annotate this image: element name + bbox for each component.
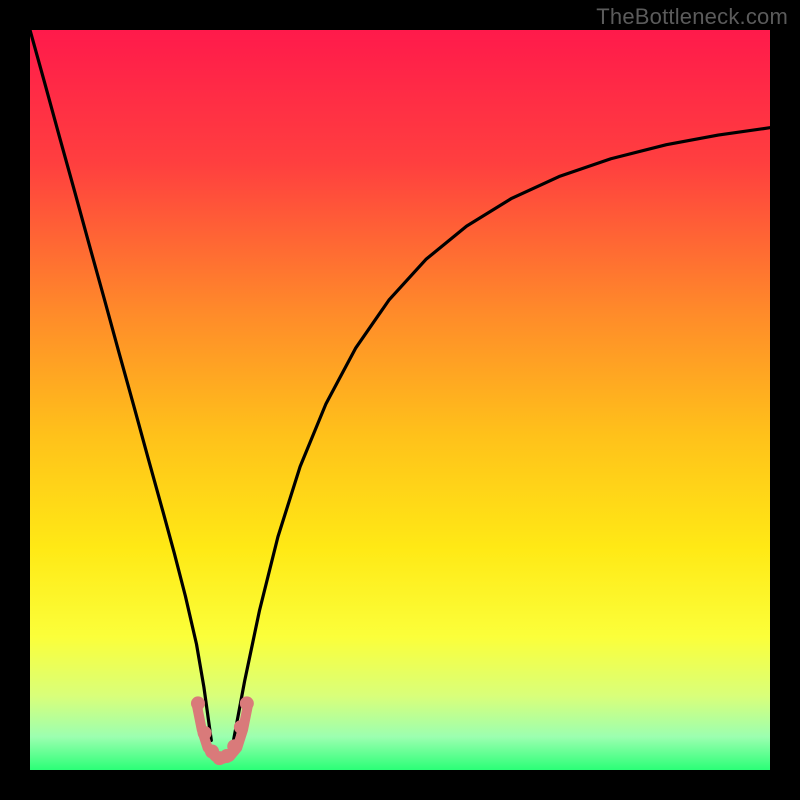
valley-marker: [240, 696, 254, 710]
plot-area: [30, 30, 770, 770]
series-right-arm: [234, 128, 771, 741]
watermark-text: TheBottleneck.com: [596, 4, 788, 30]
series-left-arm: [30, 30, 211, 740]
valley-marker: [191, 696, 205, 710]
chart-frame: TheBottleneck.com: [0, 0, 800, 800]
curve-layer: [30, 30, 770, 770]
valley-marker: [227, 739, 241, 753]
valley-marker: [198, 726, 212, 740]
valley-marker: [234, 720, 248, 734]
